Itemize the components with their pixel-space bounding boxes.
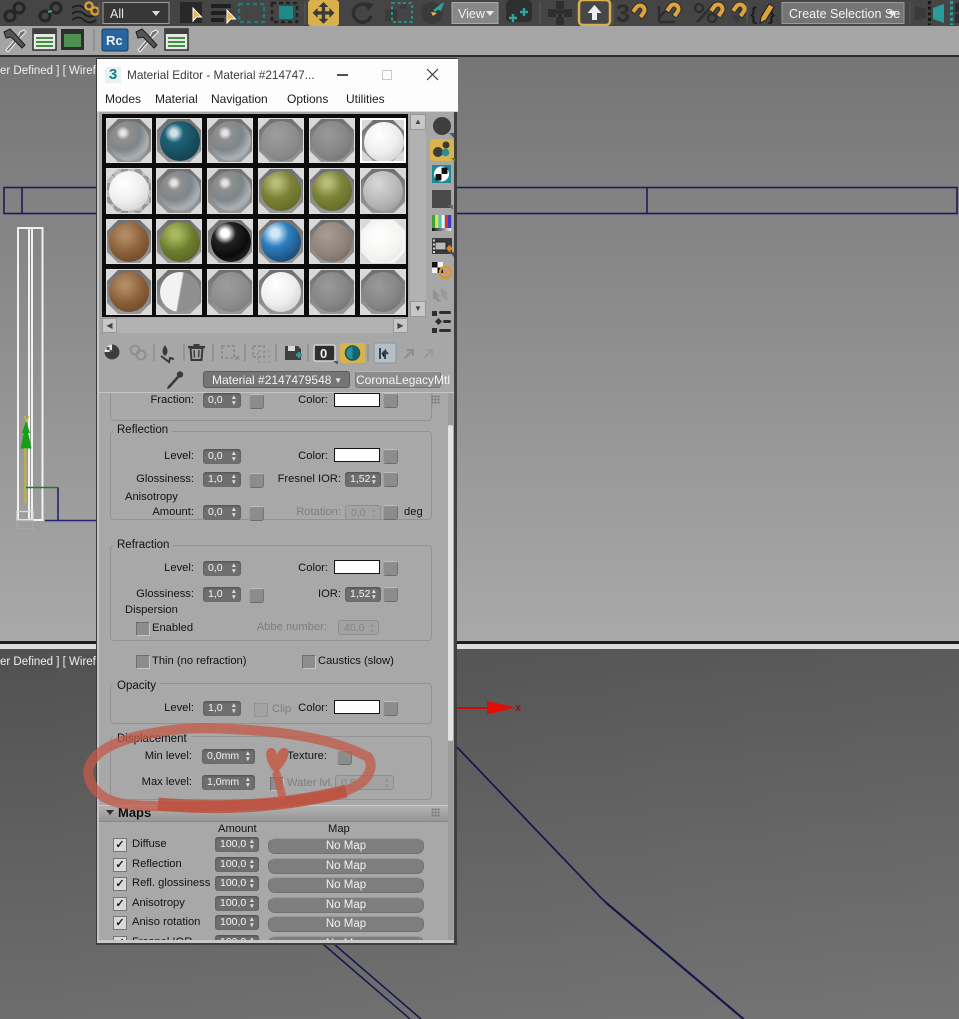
svg-text:0: 0 — [320, 346, 327, 361]
svg-text:3: 3 — [616, 0, 630, 26]
svg-text:Rc: Rc — [106, 33, 123, 48]
svg-text:y: y — [24, 413, 30, 425]
svg-text:x: x — [515, 702, 522, 714]
svg-text:{: { — [750, 4, 757, 24]
svg-text:Create Selection Se: Create Selection Se — [789, 7, 900, 21]
svg-text:View: View — [458, 7, 486, 21]
svg-text:All: All — [110, 7, 124, 21]
